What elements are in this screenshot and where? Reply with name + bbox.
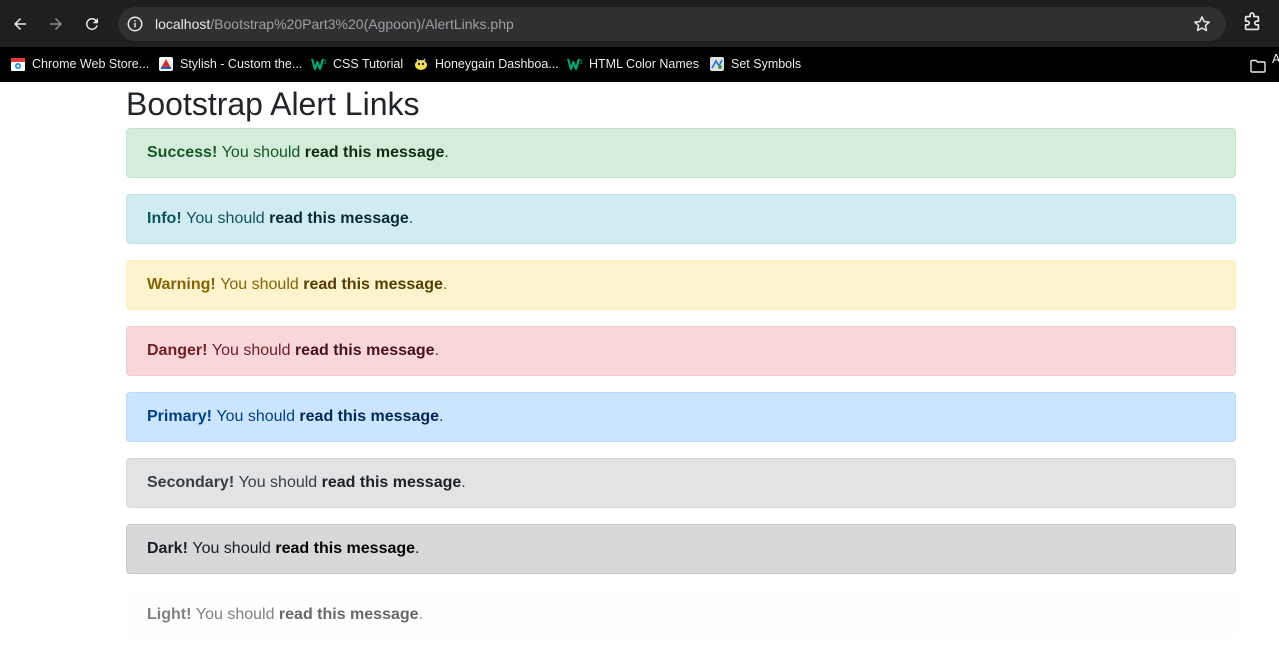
alert-end: . — [415, 540, 420, 557]
site-info-icon[interactable] — [126, 15, 144, 33]
bookmark-label: Set Symbols — [731, 57, 802, 71]
alert-info: Info! You should read this message. — [126, 194, 1236, 244]
browser-toolbar: localhost/Bootstrap%20Part3%20(Agpoon)/A… — [0, 0, 1279, 47]
honeygain-icon — [413, 56, 429, 72]
url-text[interactable]: localhost/Bootstrap%20Part3%20(Agpoon)/A… — [155, 15, 514, 33]
alert-text: You should — [211, 342, 291, 359]
alert-success: Success! You should read this message. — [126, 128, 1236, 178]
bookmark-star-icon[interactable] — [1192, 14, 1212, 34]
svg-text:3: 3 — [323, 59, 327, 66]
alert-danger: Danger! You should read this message. — [126, 326, 1236, 376]
alert-secondary: Secondary! You should read this message. — [126, 458, 1236, 508]
arrow-right-icon — [50, 18, 62, 30]
reload-icon — [86, 17, 98, 30]
alert-heading: Danger! — [147, 342, 208, 359]
alert-heading: Secondary! — [147, 474, 235, 491]
bookmark-label: Honeygain Dashboa... — [435, 57, 559, 71]
bookmark-html-color-names[interactable]: 3 HTML Color Names — [567, 53, 699, 75]
url-host: localhost — [155, 16, 211, 32]
alert-text: You should — [195, 606, 275, 623]
url-path: /Bootstrap%20Part3%20(Agpoon)/AlertLinks… — [210, 16, 514, 32]
bookmark-label: CSS Tutorial — [333, 57, 404, 71]
alert-primary: Primary! You should read this message. — [126, 392, 1236, 442]
alert-heading: Info! — [147, 210, 182, 227]
arrow-left-icon — [14, 18, 26, 30]
alert-heading: Primary! — [147, 408, 212, 425]
page-content: Bootstrap Alert Links Success! You shoul… — [0, 82, 1279, 662]
alert-end: . — [444, 144, 449, 161]
w3schools-icon: 3 — [311, 56, 327, 72]
alert-dark: Dark! You should read this message. — [126, 524, 1236, 574]
bookmarks-overflow-label[interactable]: A — [1272, 52, 1279, 66]
alert-text: You should — [220, 276, 299, 293]
bookmarks-bar: Chrome Web Store... Stylish - Custom the… — [0, 47, 1279, 82]
alert-heading: Warning! — [147, 276, 216, 293]
alert-text: You should — [216, 408, 295, 425]
forward-button[interactable] — [42, 10, 70, 38]
alert-text: You should — [186, 210, 265, 227]
alert-heading: Dark! — [147, 540, 188, 557]
bookmark-stylish[interactable]: Stylish - Custom the... — [158, 53, 302, 75]
chrome-web-store-icon — [10, 56, 26, 72]
svg-text:3: 3 — [579, 59, 583, 66]
bookmark-chrome-web-store[interactable]: Chrome Web Store... — [10, 53, 149, 75]
bookmark-label: Stylish - Custom the... — [180, 57, 303, 71]
alert-heading: Success! — [147, 144, 218, 161]
set-symbols-icon — [709, 56, 725, 72]
stylish-icon — [158, 56, 174, 72]
alert-link[interactable]: read this message — [295, 342, 435, 360]
alert-end: . — [439, 408, 444, 425]
alert-link[interactable]: read this message — [299, 408, 439, 426]
alert-end: . — [434, 342, 440, 359]
extensions-puzzle-icon[interactable] — [1241, 12, 1263, 34]
alert-link[interactable]: read this message — [275, 540, 415, 558]
alert-text: You should — [238, 474, 318, 491]
alert-link[interactable]: read this message — [269, 210, 409, 228]
page-title: Bootstrap Alert Links — [126, 86, 420, 122]
alert-warning: Warning! You should read this message. — [126, 260, 1236, 310]
alert-end: . — [408, 210, 414, 227]
alert-link[interactable]: read this message — [279, 606, 419, 624]
alert-text: You should — [221, 144, 301, 161]
bookmark-set-symbols[interactable]: Set Symbols — [709, 53, 801, 75]
reload-button[interactable] — [78, 10, 106, 38]
alert-end: . — [461, 474, 466, 491]
alert-link[interactable]: read this message — [305, 144, 445, 162]
alert-link[interactable]: read this message — [322, 474, 462, 492]
alert-end: . — [418, 606, 423, 623]
alert-end: . — [442, 276, 448, 293]
bookmark-css-tutorial[interactable]: 3 CSS Tutorial — [311, 53, 403, 75]
alert-heading: Light! — [147, 606, 192, 623]
folder-icon[interactable] — [1250, 59, 1266, 73]
bookmark-label: HTML Color Names — [589, 57, 699, 71]
bookmark-label: Chrome Web Store... — [32, 57, 150, 71]
alert-light: Light! You should read this message. — [126, 590, 1236, 640]
bookmark-honeygain[interactable]: Honeygain Dashboa... — [413, 53, 559, 75]
w3schools-icon: 3 — [567, 56, 583, 72]
address-bar[interactable]: localhost/Bootstrap%20Part3%20(Agpoon)/A… — [118, 7, 1226, 41]
alert-text: You should — [192, 540, 271, 557]
back-button[interactable] — [6, 10, 34, 38]
alert-link[interactable]: read this message — [303, 276, 443, 294]
